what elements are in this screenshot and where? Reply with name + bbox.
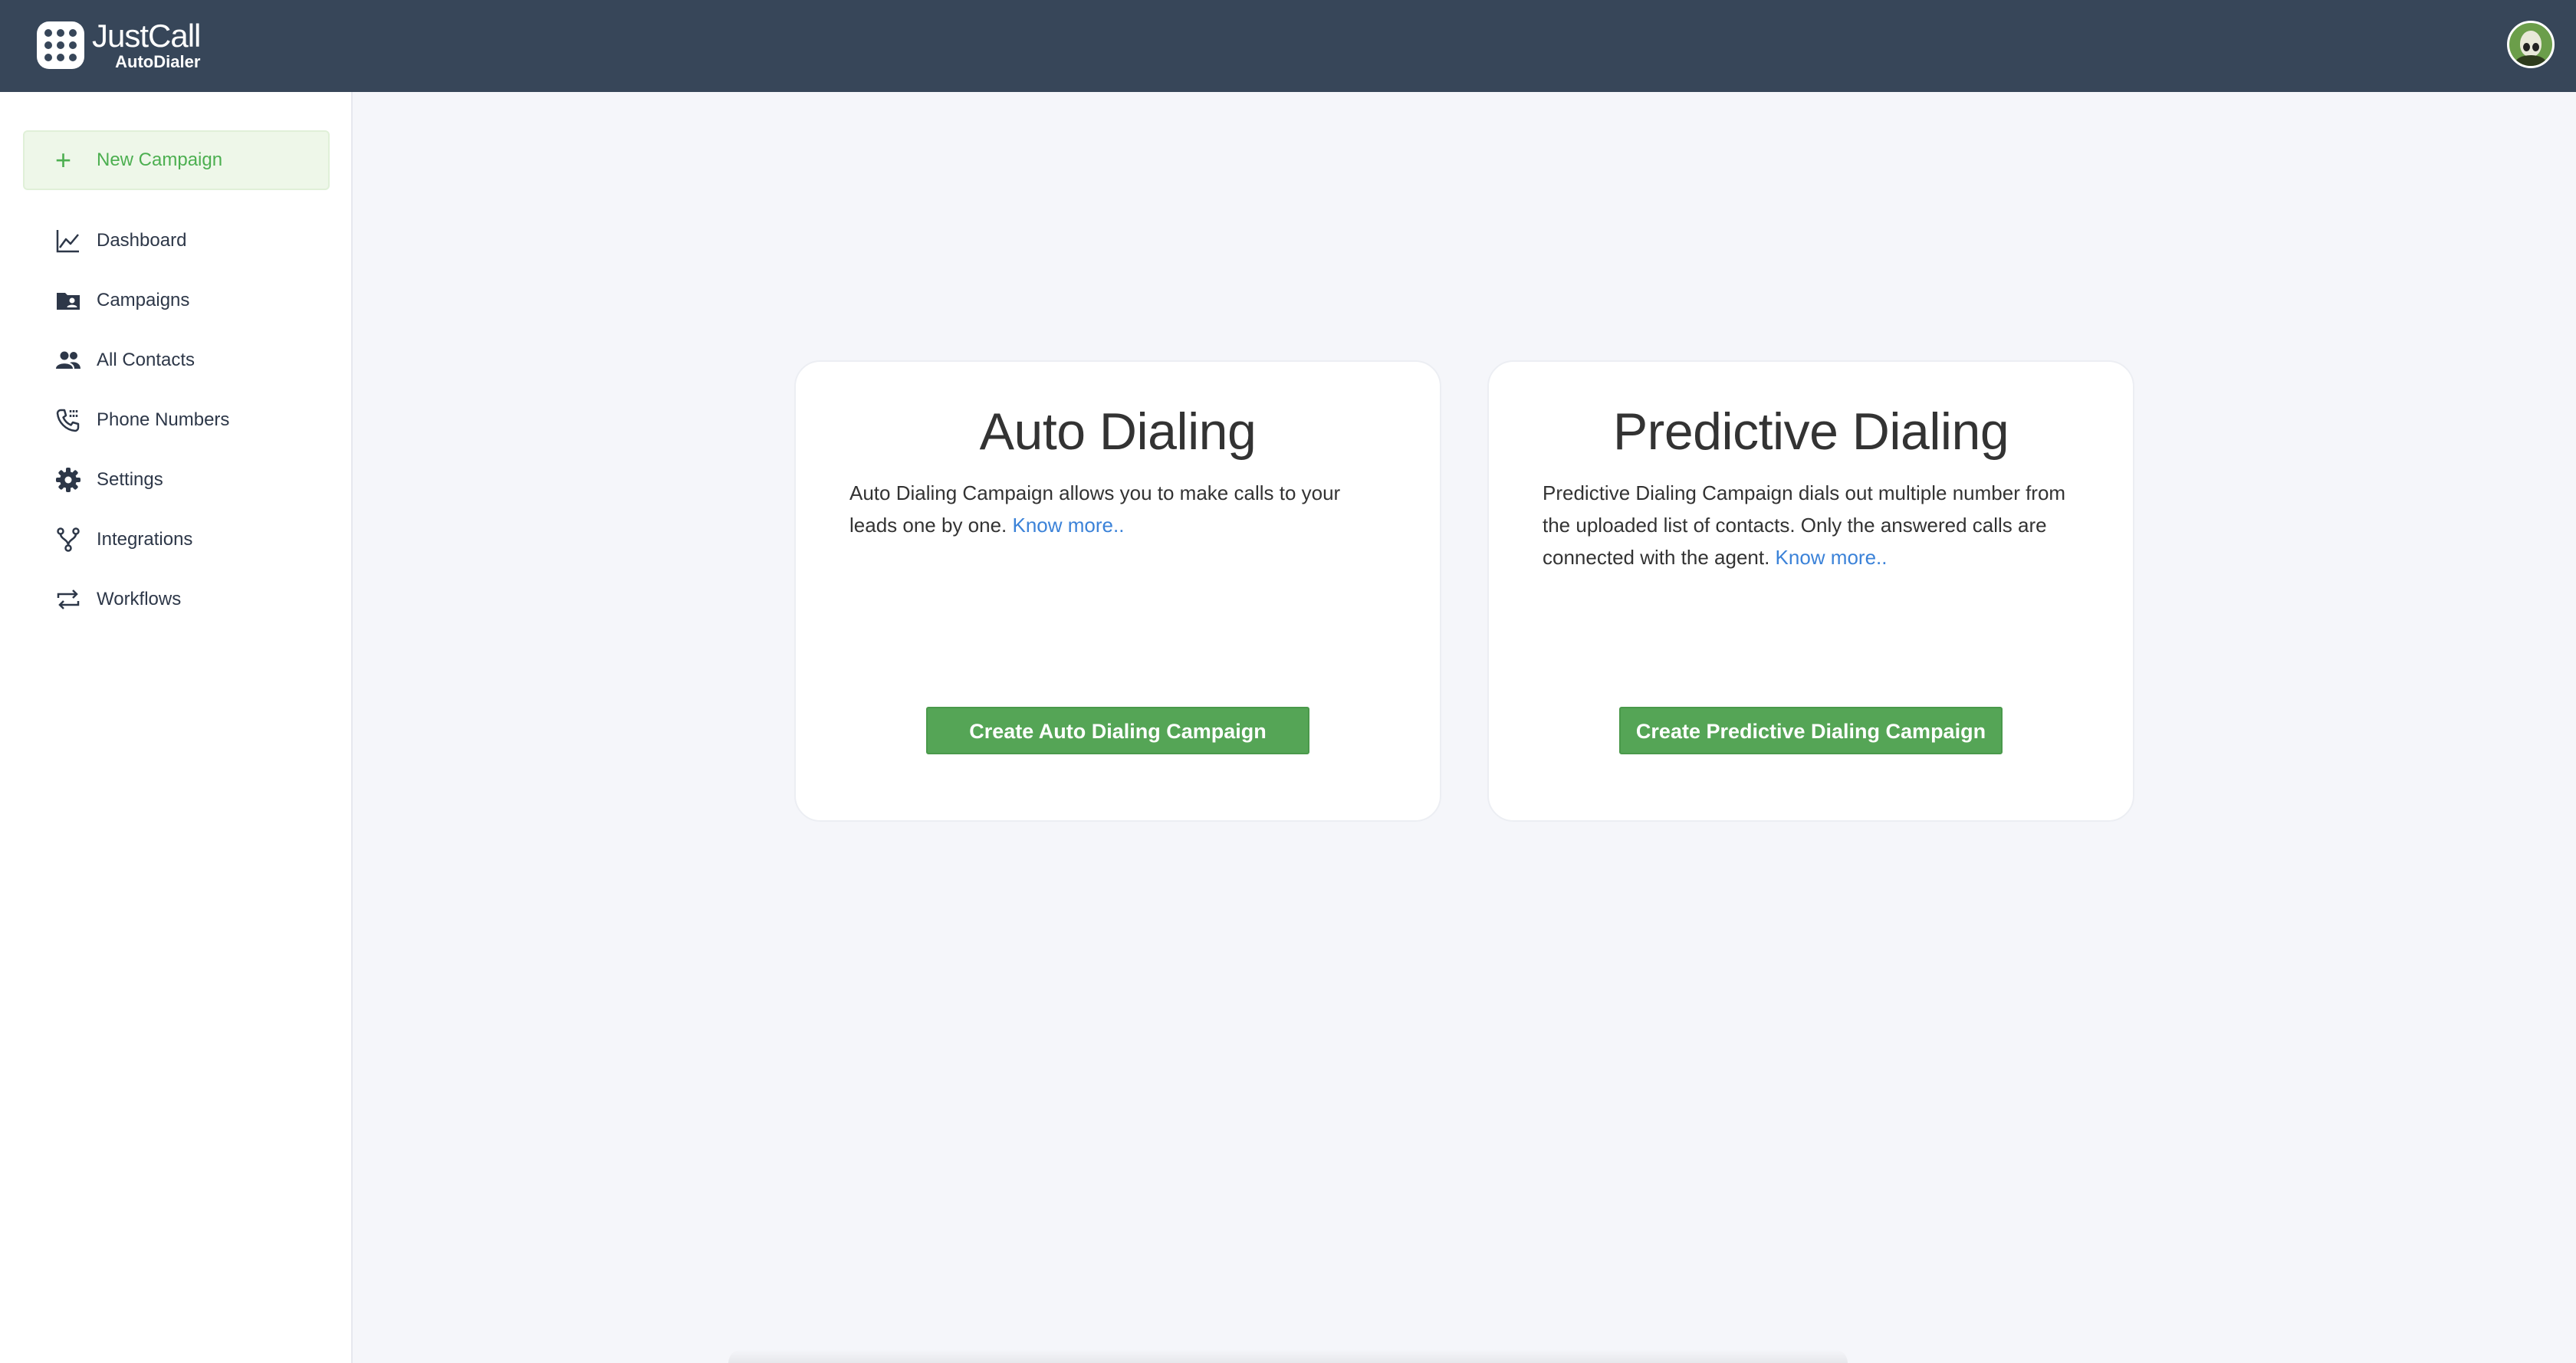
fork-icon	[55, 527, 81, 553]
plus-icon: +	[55, 144, 72, 176]
new-campaign-label: New Campaign	[97, 149, 223, 170]
sidebar-item-dashboard[interactable]: Dashboard	[0, 211, 351, 271]
phone-icon	[55, 407, 81, 433]
logo-text: JustCall AutoDialer	[92, 18, 201, 71]
card-description: Predictive Dialing Campaign dials out mu…	[1543, 477, 2079, 573]
bottom-panel-shadow	[728, 1349, 1848, 1363]
brand-title: JustCall	[92, 18, 201, 54]
create-predictive-dialing-campaign-button[interactable]: Create Predictive Dialing Campaign	[1619, 707, 2003, 754]
campaign-type-cards: Auto Dialing Auto Dialing Campaign allow…	[794, 360, 2134, 822]
create-auto-dialing-campaign-button[interactable]: Create Auto Dialing Campaign	[926, 707, 1309, 754]
predictive-dialing-card: Predictive Dialing Predictive Dialing Ca…	[1487, 360, 2134, 822]
sidebar-item-label: Integrations	[97, 529, 193, 550]
card-title: Auto Dialing	[979, 402, 1257, 461]
top-bar: JustCall AutoDialer	[0, 0, 2576, 92]
sidebar-item-integrations[interactable]: Integrations	[0, 510, 351, 570]
sidebar-item-label: All Contacts	[97, 350, 196, 370]
people-icon	[55, 347, 81, 373]
sidebar-item-workflows[interactable]: Workflows	[0, 570, 351, 629]
gear-icon	[55, 467, 81, 493]
dialpad-icon	[37, 21, 84, 69]
sidebar-item-settings[interactable]: Settings	[0, 450, 351, 510]
sidebar-nav: Dashboard Campaigns All Contacts Phone N…	[0, 211, 351, 629]
sidebar-item-campaigns[interactable]: Campaigns	[0, 271, 351, 330]
sidebar-item-label: Phone Numbers	[97, 409, 230, 430]
repeat-icon	[55, 586, 81, 613]
know-more-link[interactable]: Know more..	[1013, 514, 1125, 537]
sidebar-item-label: Dashboard	[97, 230, 187, 251]
brand-subtitle: AutoDialer	[115, 52, 201, 71]
card-description: Auto Dialing Campaign allows you to make…	[849, 477, 1386, 541]
sidebar-item-label: Campaigns	[97, 290, 190, 310]
know-more-link[interactable]: Know more..	[1776, 546, 1888, 569]
sidebar-item-phone-numbers[interactable]: Phone Numbers	[0, 390, 351, 450]
new-campaign-button[interactable]: + New Campaign	[23, 130, 330, 190]
card-title: Predictive Dialing	[1612, 402, 2009, 461]
folder-contact-icon	[55, 287, 81, 314]
sidebar: + New Campaign Dashboard Campaigns All C…	[0, 92, 353, 1363]
justcall-logo[interactable]: JustCall AutoDialer	[37, 18, 201, 71]
sidebar-item-label: Workflows	[97, 589, 182, 609]
chart-line-icon	[55, 228, 81, 254]
sidebar-item-label: Settings	[97, 469, 163, 490]
auto-dialing-card: Auto Dialing Auto Dialing Campaign allow…	[794, 360, 1441, 822]
sidebar-item-all-contacts[interactable]: All Contacts	[0, 330, 351, 390]
user-avatar[interactable]	[2507, 21, 2555, 68]
